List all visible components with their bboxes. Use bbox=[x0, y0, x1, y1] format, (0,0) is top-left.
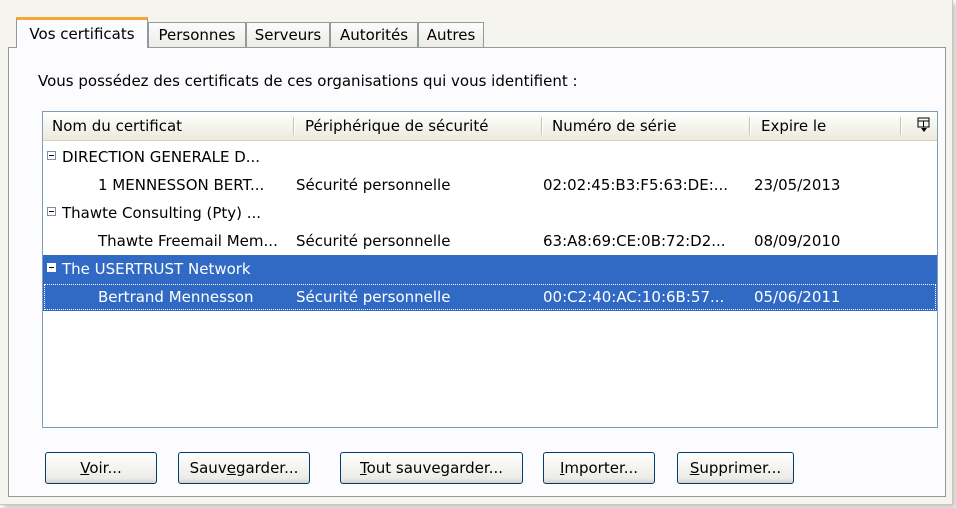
column-header-expires[interactable]: Expire le bbox=[752, 112, 897, 140]
group-name: DIRECTION GENERALE D... bbox=[62, 148, 261, 166]
column-separator[interactable] bbox=[541, 117, 542, 135]
certificate-expires: 23/05/2013 bbox=[754, 176, 841, 194]
group-name: Thawte Consulting (Pty) ... bbox=[62, 204, 262, 222]
certificate-device: Sécurité personnelle bbox=[296, 232, 451, 250]
certificate-device: Sécurité personnelle bbox=[296, 176, 451, 194]
minus-box-icon[interactable] bbox=[47, 263, 56, 272]
column-separator[interactable] bbox=[900, 117, 901, 135]
certificate-tree[interactable]: Nom du certificat Périphérique de sécuri… bbox=[42, 111, 938, 428]
delete-button[interactable]: Supprimer... bbox=[677, 452, 794, 484]
column-header-serial[interactable]: Numéro de série bbox=[543, 112, 749, 140]
certificate-serial: 63:A8:69:CE:0B:72:D2... bbox=[543, 232, 726, 250]
column-header-name[interactable]: Nom du certificat bbox=[43, 112, 293, 140]
certificate-expires: 08/09/2010 bbox=[754, 232, 841, 250]
tree-row-certificate[interactable]: Thawte Freemail Mem... Sécurité personne… bbox=[43, 227, 937, 255]
view-button[interactable]: Voir... bbox=[45, 452, 157, 484]
tree-header: Nom du certificat Périphérique de sécuri… bbox=[43, 112, 937, 141]
tree-row-group[interactable]: DIRECTION GENERALE D... bbox=[43, 143, 937, 171]
certificate-name: 1 MENNESSON BERT... bbox=[98, 176, 265, 194]
certificate-device: Sécurité personnelle bbox=[296, 288, 451, 306]
group-name: The USERTRUST Network bbox=[62, 260, 251, 278]
certificate-name: Thawte Freemail Mem... bbox=[98, 232, 278, 250]
column-separator[interactable] bbox=[749, 117, 750, 135]
tree-row-certificate[interactable]: Bertrand Mennesson Sécurité personnelle … bbox=[43, 283, 937, 311]
certificate-name: Bertrand Mennesson bbox=[98, 288, 254, 306]
minus-box-icon[interactable] bbox=[47, 207, 56, 216]
column-header-device[interactable]: Périphérique de sécurité bbox=[296, 112, 541, 140]
certificate-serial: 02:02:45:B3:F5:63:DE:... bbox=[543, 176, 729, 194]
intro-text: Vous possédez des certificats de ces org… bbox=[38, 72, 578, 90]
tab-autres[interactable]: Autres bbox=[418, 22, 484, 47]
tab-serveurs[interactable]: Serveurs bbox=[246, 22, 330, 47]
column-picker-icon[interactable] bbox=[917, 117, 931, 133]
import-button[interactable]: Importer... bbox=[543, 452, 655, 484]
tab-vos-certificats[interactable]: Vos certificats bbox=[16, 17, 148, 48]
tree-row-certificate[interactable]: 1 MENNESSON BERT... Sécurité personnelle… bbox=[43, 171, 937, 199]
save-all-button[interactable]: Tout sauvegarder... bbox=[340, 452, 523, 484]
save-button[interactable]: Sauvegarder... bbox=[178, 452, 310, 484]
tab-personnes[interactable]: Personnes bbox=[148, 22, 246, 47]
certificate-serial: 00:C2:40:AC:10:6B:57... bbox=[543, 288, 725, 306]
column-separator[interactable] bbox=[293, 117, 294, 135]
tree-row-group[interactable]: Thawte Consulting (Pty) ... bbox=[43, 199, 937, 227]
certificate-expires: 05/06/2011 bbox=[754, 288, 841, 306]
tab-autorites[interactable]: Autorités bbox=[330, 22, 418, 47]
tree-row-group[interactable]: The USERTRUST Network bbox=[43, 255, 937, 283]
minus-box-icon[interactable] bbox=[47, 151, 56, 160]
